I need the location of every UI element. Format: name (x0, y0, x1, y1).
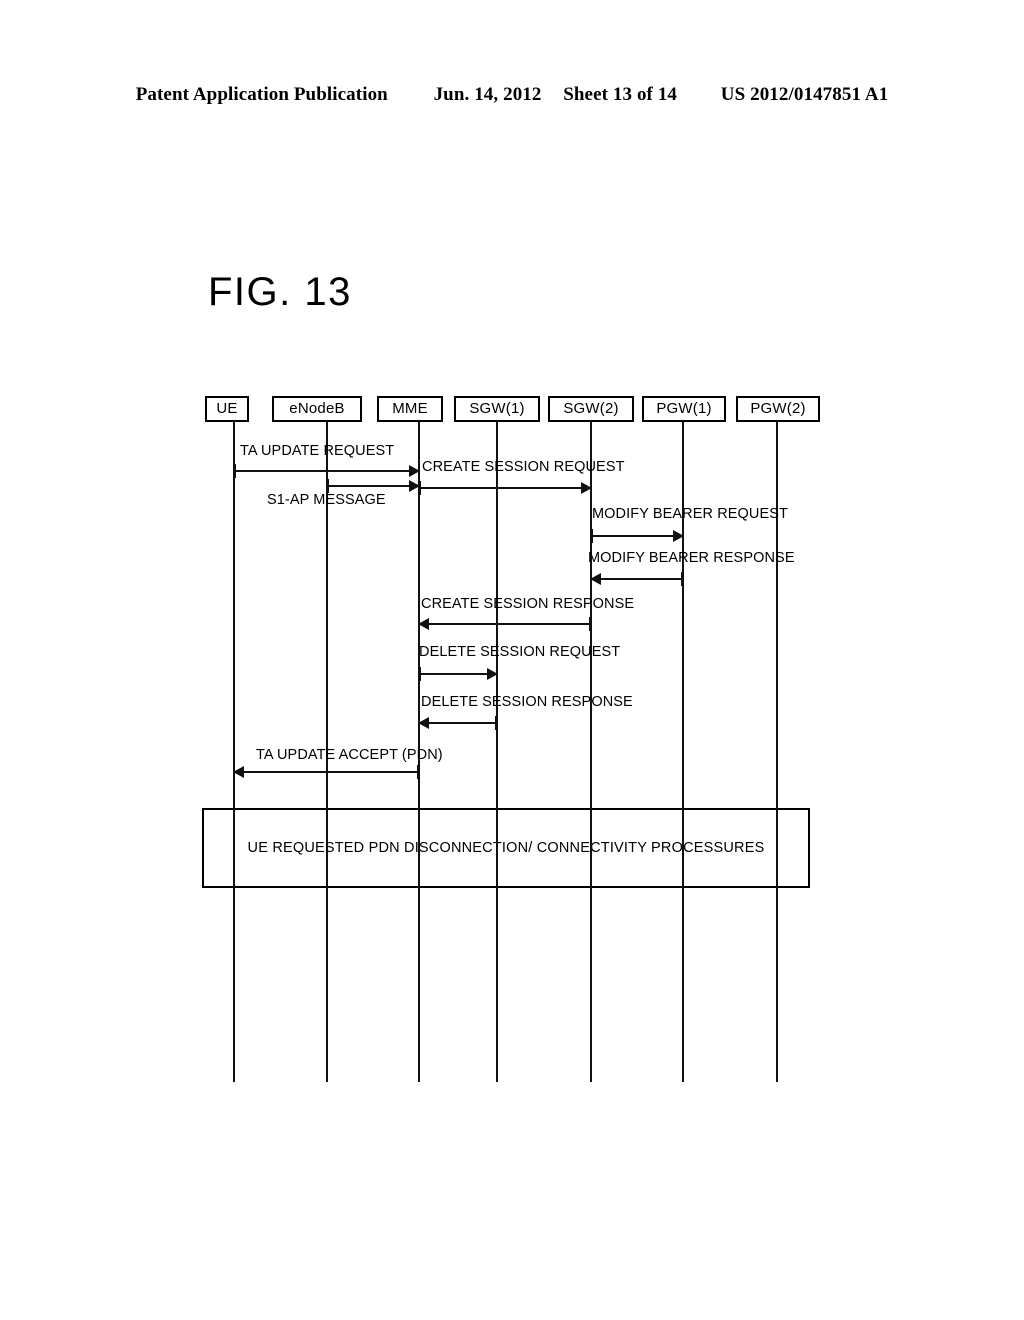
actor-box-enb: eNodeB (272, 396, 362, 422)
arrowhead-icon (418, 717, 429, 729)
message-label-create-session-request: CREATE SESSION REQUEST (422, 459, 625, 475)
message-tail-tick (681, 572, 683, 586)
message-label-modify-bearer-response: MODIFY BEARER RESPONSE (588, 550, 795, 566)
message-arrow-delete-session-response (418, 716, 497, 730)
message-arrow-create-session-request (419, 481, 592, 495)
message-label-modify-bearer-request: MODIFY BEARER REQUEST (592, 506, 789, 522)
message-arrow-modify-bearer-response (590, 572, 683, 586)
process-box: UE REQUESTED PDN DISCONNECTION/ CONNECTI… (202, 808, 810, 888)
message-arrow-modify-bearer-request (591, 529, 684, 543)
sequence-diagram: UE REQUESTED PDN DISCONNECTION/ CONNECTI… (0, 0, 1024, 1320)
arrowhead-icon (673, 530, 684, 542)
message-arrow-ta-update-accept (233, 765, 419, 779)
arrowhead-icon (418, 618, 429, 630)
actor-box-ue: UE (205, 396, 249, 422)
lifeline-sgw1 (496, 422, 498, 1082)
message-tail-tick (419, 667, 421, 681)
message-arrow-ta-update-request (234, 464, 420, 478)
message-tail-tick (591, 529, 593, 543)
message-arrow-create-session-response (418, 617, 591, 631)
actor-box-sgw2: SGW(2) (548, 396, 634, 422)
lifeline-ue (233, 422, 235, 1082)
actor-box-sgw1: SGW(1) (454, 396, 540, 422)
message-tail-tick (327, 479, 329, 493)
arrowhead-icon (581, 482, 592, 494)
arrowhead-icon (233, 766, 244, 778)
message-tail-tick (495, 716, 497, 730)
message-label-ta-update-accept: TA UPDATE ACCEPT (PDN) (256, 747, 443, 763)
actor-box-pgw1: PGW(1) (642, 396, 726, 422)
message-tail-tick (417, 765, 419, 779)
message-label-ta-update-request: TA UPDATE REQUEST (240, 443, 395, 459)
message-tail-tick (234, 464, 236, 478)
arrowhead-icon (409, 465, 420, 477)
message-label-delete-session-response: DELETE SESSION RESPONSE (421, 694, 633, 710)
actor-box-mme: MME (377, 396, 443, 422)
message-label-delete-session-request: DELETE SESSION REQUEST (419, 644, 621, 660)
message-arrow-delete-session-request (419, 667, 498, 681)
actor-box-pgw2: PGW(2) (736, 396, 820, 422)
message-label-s1-ap-message: S1-AP MESSAGE (267, 492, 386, 508)
arrowhead-icon (590, 573, 601, 585)
message-arrow-s1-ap-message (327, 479, 420, 493)
message-label-create-session-response: CREATE SESSION RESPONSE (421, 596, 635, 612)
message-tail-tick (419, 481, 421, 495)
arrowhead-icon (487, 668, 498, 680)
message-tail-tick (589, 617, 591, 631)
